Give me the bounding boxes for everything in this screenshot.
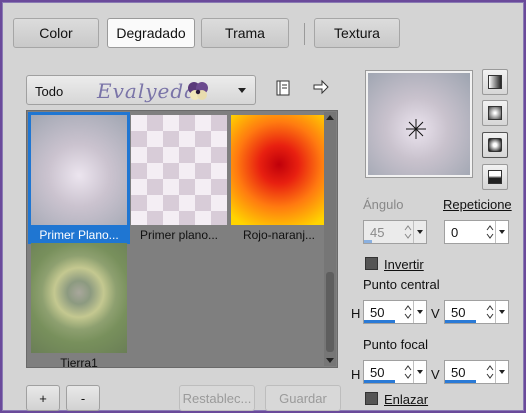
gradient-thumbnail [31,243,127,353]
tab-pattern[interactable]: Trama [201,18,289,48]
gradient-item-label: Rojo-naranj... [242,228,316,242]
focal-h-value: 50 [370,365,385,380]
linear-style-button[interactable] [482,69,508,95]
radial-gradient-icon [488,170,502,184]
chevron-down-icon[interactable] [413,221,426,243]
angle-stepper[interactable]: 45 [363,220,427,244]
gradient-library-grid: Primer Plano... Primer plano... Rojo-nar… [26,110,338,370]
spin-arrows-icon[interactable] [486,224,494,240]
center-h-value: 50 [370,305,385,320]
radial-style-button[interactable] [482,164,508,190]
link-checkbox[interactable] [365,392,378,405]
invert-label: Invertir [384,257,424,272]
gradient-dialog: Color Degradado Trama Textura Todo Evaly… [2,2,524,411]
chevron-down-icon [238,88,246,93]
angle-label: Ángulo [363,197,404,212]
focal-h-stepper[interactable]: 50 [363,360,427,384]
tab-texture[interactable]: Textura [314,18,400,48]
gradient-thumbnail [28,112,130,228]
chevron-down-icon[interactable] [495,221,508,243]
angle-level-bar [364,240,372,243]
grid-scrollbar[interactable] [324,112,336,366]
invert-checkbox[interactable] [365,257,378,270]
focal-v-label: V [431,367,440,382]
watermark-logo: Evalyeda [97,79,198,103]
focal-h-label: H [351,367,361,382]
gradient-item-label: Tierra1 [60,356,98,370]
repeats-label: Repeticione [443,197,512,212]
spin-arrows-icon[interactable] [404,224,412,240]
tab-gradient[interactable]: Degradado [107,18,195,48]
center-h-level-bar [364,320,395,323]
center-v-label: V [431,306,440,321]
focal-v-level-bar [445,380,476,383]
repeats-value: 0 [451,225,459,240]
sunburst-style-button[interactable] [482,132,508,158]
sunburst-gradient-icon [488,138,502,152]
chevron-down-icon[interactable] [495,301,508,323]
gradient-item-label: Primer Plano... [28,227,130,244]
tab-label: Color [39,25,73,41]
remove-button[interactable]: - [66,385,100,411]
angle-value: 45 [370,225,385,240]
pansy-logo-icon [188,82,208,100]
center-h-stepper[interactable]: 50 [363,300,427,324]
spin-arrows-icon[interactable] [404,304,412,320]
scroll-down-icon[interactable] [326,358,334,363]
gradient-thumbnail [131,115,227,225]
center-v-level-bar [445,320,476,323]
spin-arrows-icon[interactable] [486,304,494,320]
gradient-item-label: Primer plano... [139,228,219,242]
tab-label: Trama [225,25,265,41]
tab-color[interactable]: Color [13,18,99,48]
focal-point-marker-icon[interactable] [405,118,427,140]
rectangular-style-button[interactable] [482,100,508,126]
focal-point-label: Punto focal [363,337,429,352]
tab-label: Textura [334,25,380,41]
focal-v-value: 50 [451,365,466,380]
chevron-down-icon[interactable] [413,301,426,323]
save-button[interactable]: Guardar [265,385,341,411]
category-value: Todo [35,84,64,99]
arrow-right-icon[interactable] [312,78,330,96]
scroll-up-icon[interactable] [326,115,334,120]
chevron-down-icon[interactable] [413,361,426,383]
center-h-label: H [351,306,361,321]
repeats-stepper[interactable]: 0 [444,220,509,244]
gradient-thumbnail [231,115,327,225]
tab-label: Degradado [116,25,186,41]
add-button[interactable]: + [26,385,60,411]
center-v-value: 50 [451,305,466,320]
chevron-down-icon[interactable] [495,361,508,383]
center-point-label: Punto central [363,277,440,292]
link-label: Enlazar [384,392,429,407]
focal-v-stepper[interactable]: 50 [444,360,509,384]
center-v-stepper[interactable]: 50 [444,300,509,324]
restore-button[interactable]: Restablec... [179,385,255,411]
scrollbar-thumb[interactable] [326,272,334,352]
spin-arrows-icon[interactable] [404,364,412,380]
linear-gradient-icon [488,75,502,89]
tab-separator [304,23,305,45]
spin-arrows-icon[interactable] [486,364,494,380]
category-dropdown[interactable]: Todo Evalyeda [26,75,256,105]
focal-h-level-bar [364,380,395,383]
rectangular-gradient-icon [488,106,502,120]
gradient-preview[interactable] [365,70,473,178]
library-view-icon[interactable] [274,79,292,97]
